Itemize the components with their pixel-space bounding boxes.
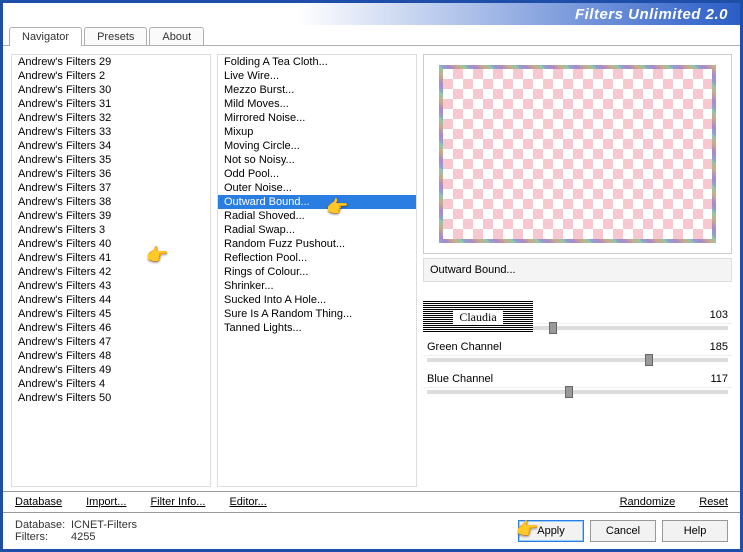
filter-item[interactable]: Sure Is A Random Thing... — [218, 307, 416, 321]
app-title: Filters Unlimited 2.0 — [575, 6, 728, 23]
filter-item[interactable]: Outward Bound... — [218, 195, 416, 209]
help-button[interactable]: Help — [662, 520, 728, 542]
filter-item[interactable]: Radial Swap... — [218, 223, 416, 237]
channel-value: 185 — [688, 341, 728, 353]
filter-item[interactable]: Radial Shoved... — [218, 209, 416, 223]
navigator-item[interactable]: Andrew's Filters 37 — [12, 181, 210, 195]
filter-item[interactable]: Odd Pool... — [218, 167, 416, 181]
navigator-item[interactable]: Andrew's Filters 45 — [12, 307, 210, 321]
navigator-item[interactable]: Andrew's Filters 49 — [12, 363, 210, 377]
footer-buttons: Apply Cancel Help — [518, 520, 728, 542]
footer: Database:ICNET-Filters Filters:4255 Appl… — [3, 512, 740, 549]
filter-item[interactable]: Mild Moves... — [218, 97, 416, 111]
navigator-item[interactable]: Andrew's Filters 42 — [12, 265, 210, 279]
navigator-item[interactable]: Andrew's Filters 39 — [12, 209, 210, 223]
channel-slider[interactable] — [427, 390, 728, 394]
filter-item[interactable]: Rings of Colour... — [218, 265, 416, 279]
link-filterinfo[interactable]: Filter Info... — [150, 496, 205, 508]
link-randomize[interactable]: Randomize — [620, 496, 676, 508]
channel-sliders: Red Channel103 Green Channel185 Blue Chann… — [423, 306, 732, 400]
right-column: Outward Bound... Red Channel103 Green Cha… — [423, 54, 732, 487]
filters-column: Folding A Tea Cloth...Live Wire...Mezzo … — [217, 54, 417, 487]
navigator-item[interactable]: Andrew's Filters 30 — [12, 83, 210, 97]
channel-value: 103 — [688, 309, 728, 321]
navigator-item[interactable]: Andrew's Filters 3 — [12, 223, 210, 237]
preview-pane — [423, 54, 732, 254]
navigator-item[interactable]: Andrew's Filters 41 — [12, 251, 210, 265]
navigator-item[interactable]: Andrew's Filters 31 — [12, 97, 210, 111]
navigator-item[interactable]: Andrew's Filters 48 — [12, 349, 210, 363]
channel-slider[interactable] — [427, 358, 728, 362]
filter-item[interactable]: Folding A Tea Cloth... — [218, 55, 416, 69]
footer-info: Database:ICNET-Filters Filters:4255 — [15, 519, 137, 543]
channel-slider[interactable] — [427, 326, 728, 330]
link-reset[interactable]: Reset — [699, 496, 728, 508]
navigator-item[interactable]: Andrew's Filters 32 — [12, 111, 210, 125]
navigator-item[interactable]: Andrew's Filters 4 — [12, 377, 210, 391]
tab-bar: Navigator Presets About — [3, 27, 740, 46]
navigator-item[interactable]: Andrew's Filters 46 — [12, 321, 210, 335]
channel-label: Blue Channel — [427, 373, 688, 385]
navigator-item[interactable]: Andrew's Filters 40 — [12, 237, 210, 251]
link-import[interactable]: Import... — [86, 496, 126, 508]
filter-item[interactable]: Mixup — [218, 125, 416, 139]
filter-item[interactable]: Reflection Pool... — [218, 251, 416, 265]
navigator-item[interactable]: Andrew's Filters 44 — [12, 293, 210, 307]
filters-list[interactable]: Folding A Tea Cloth...Live Wire...Mezzo … — [217, 54, 417, 487]
titlebar: Filters Unlimited 2.0 — [3, 3, 740, 25]
slider-thumb[interactable] — [549, 322, 557, 334]
navigator-item[interactable]: Andrew's Filters 38 — [12, 195, 210, 209]
app-window: Filters Unlimited 2.0 Navigator Presets … — [0, 0, 743, 552]
tab-presets[interactable]: Presets — [84, 27, 147, 46]
navigator-item[interactable]: Andrew's Filters 2 — [12, 69, 210, 83]
channel-row: Blue Channel117 — [423, 370, 732, 388]
navigator-item[interactable]: Andrew's Filters 33 — [12, 125, 210, 139]
navigator-item[interactable]: Andrew's Filters 34 — [12, 139, 210, 153]
filter-item[interactable]: Sucked Into A Hole... — [218, 293, 416, 307]
filter-item[interactable]: Random Fuzz Pushout... — [218, 237, 416, 251]
navigator-item[interactable]: Andrew's Filters 29 — [12, 55, 210, 69]
filter-item[interactable]: Live Wire... — [218, 69, 416, 83]
filter-item[interactable]: Tanned Lights... — [218, 321, 416, 335]
navigator-item[interactable]: Andrew's Filters 50 — [12, 391, 210, 405]
current-filter-label: Outward Bound... — [423, 258, 732, 282]
tab-navigator[interactable]: Navigator — [9, 27, 82, 46]
filter-item[interactable]: Not so Noisy... — [218, 153, 416, 167]
slider-thumb[interactable] — [645, 354, 653, 366]
navigator-item[interactable]: Andrew's Filters 43 — [12, 279, 210, 293]
navigator-item[interactable]: Andrew's Filters 35 — [12, 153, 210, 167]
navigator-list[interactable]: Andrew's Filters 29Andrew's Filters 2And… — [11, 54, 211, 487]
bottom-link-bar: Database Import... Filter Info... Editor… — [3, 491, 740, 512]
slider-thumb[interactable] — [565, 386, 573, 398]
filter-item[interactable]: Moving Circle... — [218, 139, 416, 153]
tab-about[interactable]: About — [149, 27, 204, 46]
channel-label: Green Channel — [427, 341, 688, 353]
main-panel: Andrew's Filters 29Andrew's Filters 2And… — [3, 46, 740, 491]
navigator-item[interactable]: Andrew's Filters 36 — [12, 167, 210, 181]
channel-row: Green Channel185 — [423, 338, 732, 356]
filter-item[interactable]: Mirrored Noise... — [218, 111, 416, 125]
filter-item[interactable]: Outer Noise... — [218, 181, 416, 195]
link-editor[interactable]: Editor... — [229, 496, 266, 508]
navigator-item[interactable]: Andrew's Filters 47 — [12, 335, 210, 349]
navigator-column: Andrew's Filters 29Andrew's Filters 2And… — [11, 54, 211, 487]
channel-row: Red Channel103 — [423, 306, 732, 324]
apply-button[interactable]: Apply — [518, 520, 584, 542]
filter-item[interactable]: Mezzo Burst... — [218, 83, 416, 97]
filter-item[interactable]: Shrinker... — [218, 279, 416, 293]
cancel-button[interactable]: Cancel — [590, 520, 656, 542]
link-database[interactable]: Database — [15, 496, 62, 508]
channel-label: Red Channel — [427, 309, 688, 321]
channel-value: 117 — [688, 373, 728, 385]
